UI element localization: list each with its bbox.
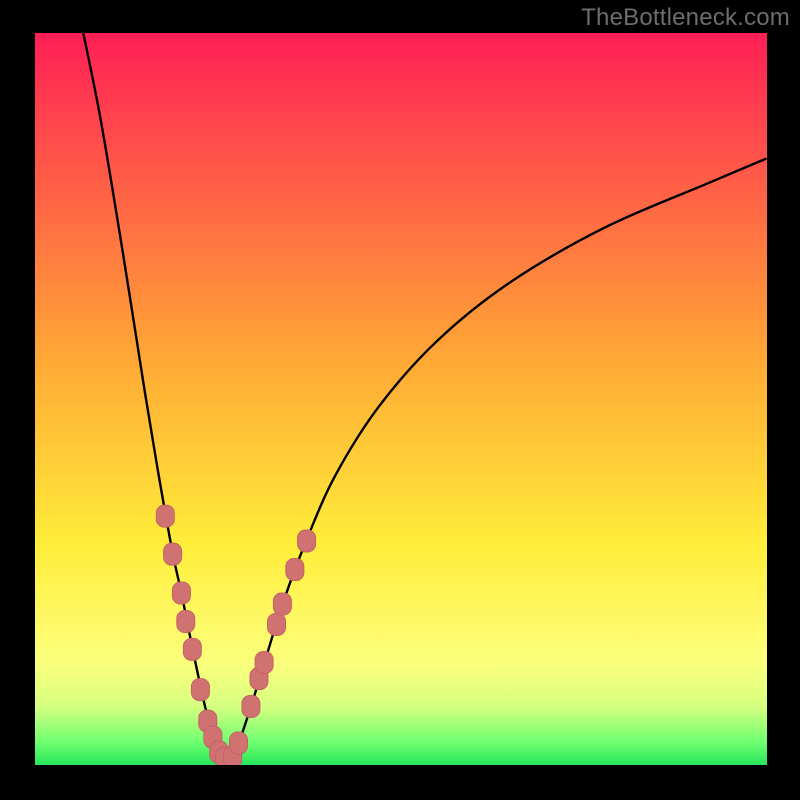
marker-point [286, 559, 304, 581]
marker-point [164, 543, 182, 565]
marker-point [268, 613, 286, 635]
marker-point [156, 505, 174, 527]
marker-point [273, 593, 291, 615]
watermark-text: TheBottleneck.com [581, 4, 790, 32]
marker-point [183, 638, 201, 660]
marker-point [172, 582, 190, 604]
marker-point [229, 732, 247, 754]
chart-stage: TheBottleneck.com [0, 0, 800, 800]
marker-point [242, 695, 260, 717]
marker-point [191, 679, 209, 701]
marker-point [298, 530, 316, 552]
chart-svg [0, 0, 800, 800]
marker-point [177, 611, 195, 633]
marker-point [255, 652, 273, 674]
